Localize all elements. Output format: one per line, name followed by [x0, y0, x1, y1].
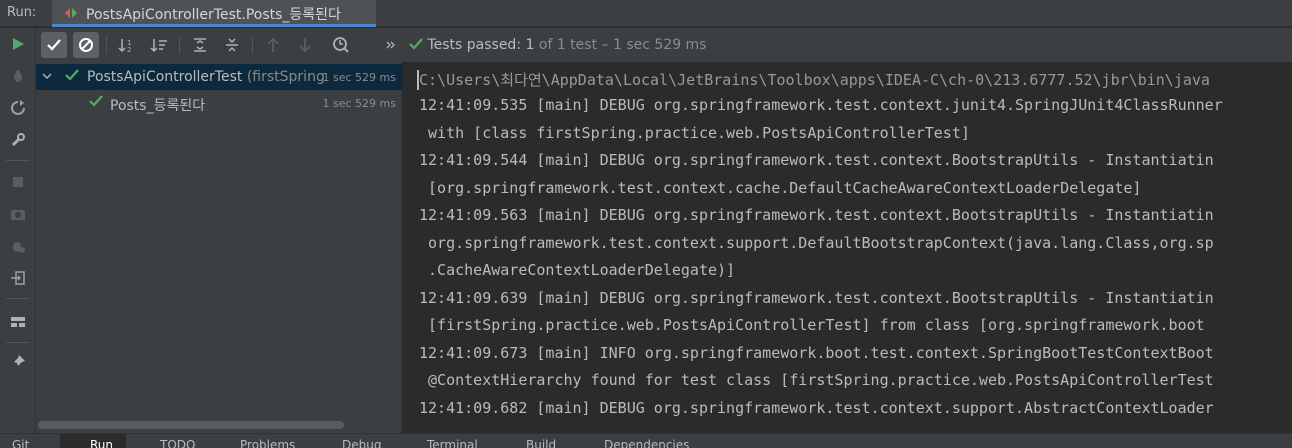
tree-item-label: PostsApiControllerTest (firstSpring	[87, 69, 325, 85]
toolbar-separator	[6, 160, 30, 161]
console-line: 12:41:09.563 [main] DEBUG org.springfram…	[419, 206, 1214, 224]
test-method-name: Posts_등록된다	[110, 98, 206, 114]
test-tree: PostsApiControllerTest (firstSpring 1 se…	[36, 62, 402, 433]
bottom-tab-git[interactable]: Git	[12, 438, 29, 448]
collapse-all-icon[interactable]	[219, 32, 245, 58]
next-failed-icon[interactable]	[292, 32, 318, 58]
bottom-tab-debug[interactable]: Debug	[342, 438, 381, 448]
sort-duration-icon[interactable]	[146, 32, 172, 58]
console-line: 12:41:09.639 [main] DEBUG org.springfram…	[419, 289, 1214, 307]
pin-icon[interactable]	[6, 350, 30, 374]
bottom-tab-dependencies[interactable]: Dependencies	[604, 438, 689, 448]
console-line: .CacheAwareContextLoaderDelegate)]	[419, 261, 736, 279]
test-duration: 1 sec 529 ms	[322, 71, 396, 84]
console-line: 12:41:09.544 [main] DEBUG org.springfram…	[419, 151, 1214, 169]
rerun-failed-icon[interactable]	[6, 96, 30, 120]
stop-icon[interactable]	[6, 170, 30, 194]
console-line: 12:41:09.673 [main] INFO org.springframe…	[419, 344, 1214, 362]
tool-window-bar: Git Run TODO Problems Debug Terminal Bui…	[0, 433, 1292, 448]
camera-icon[interactable]	[6, 202, 30, 226]
test-results-toolbar: 12 Tests passed: 1 of 1 test – 1 sec 529…	[36, 28, 1292, 62]
toolbar-separator	[6, 298, 30, 299]
history-icon[interactable]	[328, 32, 354, 58]
run-side-toolbar	[0, 28, 36, 433]
svg-text:2: 2	[127, 46, 131, 53]
test-class-name: PostsApiControllerTest	[87, 69, 243, 85]
debug-icon[interactable]	[6, 64, 30, 88]
toolbar-separator	[252, 36, 253, 54]
wrench-icon[interactable]	[6, 128, 30, 152]
run-label: Run:	[7, 5, 37, 20]
show-passed-icon[interactable]	[41, 32, 67, 58]
passed-check-icon	[409, 38, 423, 50]
console-line: 12:41:09.682 [main] DEBUG org.springfram…	[419, 399, 1214, 417]
passed-check-icon	[89, 95, 103, 111]
bottom-tab-problems[interactable]: Problems	[240, 438, 295, 448]
toolbar-separator	[6, 342, 30, 343]
test-config-icon	[64, 6, 78, 20]
show-ignored-icon[interactable]	[73, 32, 99, 58]
bottom-tab-terminal[interactable]: Terminal	[427, 438, 478, 448]
run-tab-title: PostsApiControllerTest.Posts_등록된다	[86, 7, 341, 23]
bottom-tab-todo[interactable]: TODO	[160, 438, 195, 448]
previous-failed-icon[interactable]	[260, 32, 286, 58]
console-line: [org.springframework.test.context.cache.…	[419, 179, 1142, 197]
status-label: Tests passed:	[427, 37, 522, 53]
console-output[interactable]: C:\Users\최다연\AppData\Local\JetBrains\Too…	[403, 62, 1292, 433]
layout-icon[interactable]	[6, 310, 30, 334]
passed-check-icon	[65, 69, 79, 85]
console-line: [firstSpring.practice.web.PostsApiContro…	[419, 316, 1205, 334]
test-class-package: (firstSpring	[246, 69, 325, 85]
passed-count: 1	[525, 37, 535, 53]
test-status: Tests passed: 1 of 1 test – 1 sec 529 ms	[409, 37, 706, 53]
status-summary: of 1 test – 1 sec 529 ms	[538, 37, 707, 53]
console-line: with [class firstSpring.practice.web.Pos…	[419, 124, 970, 142]
sort-alpha-icon[interactable]: 12	[114, 32, 140, 58]
more-icon[interactable]	[378, 32, 404, 58]
toolbar-separator	[106, 36, 107, 54]
tree-item-test-class[interactable]: PostsApiControllerTest (firstSpring 1 se…	[36, 64, 402, 90]
run-icon[interactable]	[6, 32, 30, 56]
console-line: 12:41:09.535 [main] DEBUG org.springfram…	[419, 96, 1223, 114]
bug-settings-icon[interactable]	[6, 234, 30, 258]
chevron-down-icon[interactable]	[42, 70, 52, 85]
expand-all-icon[interactable]	[187, 32, 213, 58]
run-configuration-tab[interactable]: PostsApiControllerTest.Posts_등록된다	[52, 0, 376, 27]
run-tool-window-header: Run: PostsApiControllerTest.Posts_등록된다	[0, 0, 1292, 27]
tree-item-test-method[interactable]: Posts_등록된다 1 sec 529 ms	[36, 90, 402, 116]
toolbar-separator	[179, 36, 180, 54]
console-line: @ContextHierarchy found for test class […	[419, 371, 1214, 389]
bottom-tab-run[interactable]: Run	[90, 438, 113, 448]
bottom-tab-build[interactable]: Build	[526, 438, 556, 448]
horizontal-scrollbar[interactable]	[38, 421, 344, 429]
exit-icon[interactable]	[6, 266, 30, 290]
console-line: org.springframework.test.context.support…	[419, 234, 1214, 252]
console-line: C:\Users\최다연\AppData\Local\JetBrains\Too…	[419, 71, 1210, 89]
test-duration: 1 sec 529 ms	[322, 97, 396, 110]
